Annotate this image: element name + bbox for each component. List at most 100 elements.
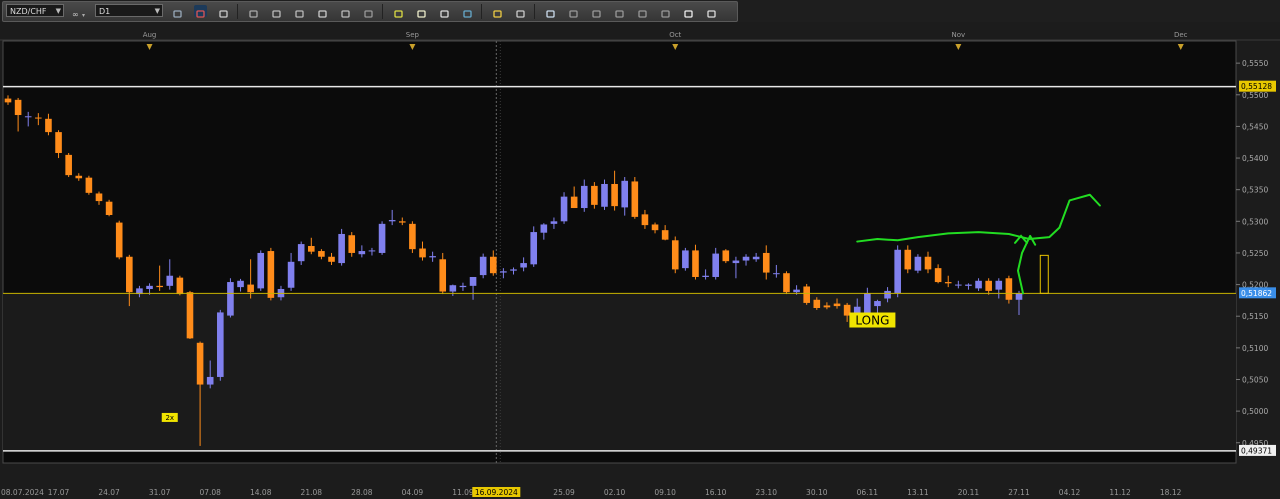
date-tick-label: 14.08 [250,488,272,497]
chevron-down-icon[interactable]: ▼ [155,5,160,18]
candle [722,249,730,264]
candle [601,179,608,210]
candle-body [823,305,831,308]
candle-body [874,301,881,307]
candle-body [722,250,730,262]
candle-body [227,282,234,316]
price-tick-label: 0,5150 [1242,312,1268,321]
pan-icon[interactable] [339,5,352,18]
candle-body [813,299,821,308]
candle [85,175,93,195]
candle-body [601,183,608,207]
candle [115,220,123,260]
pencil-icon[interactable] [491,5,504,18]
candle-body [4,98,12,103]
toolbar-panel: NZD/CHF ▼ ∞ ▾ D1 ▼ [2,1,738,22]
candle [671,236,679,274]
candle-body [449,285,457,292]
timeframe-select[interactable]: D1 ▼ [95,4,163,17]
price-level-label: 0,49371 [1241,446,1272,455]
candle-body [186,292,194,339]
indicator-icon[interactable] [247,5,260,18]
link-icon[interactable] [171,5,184,18]
price-tick-label: 0,5350 [1242,186,1268,195]
candle-body [570,196,578,209]
price-level-label: 0,51862 [1241,289,1272,298]
candle-body [318,251,325,257]
candle-body [156,285,163,288]
camera-icon[interactable] [438,5,451,18]
price-tick-label: 0,5450 [1242,122,1268,131]
candle-body [419,248,426,258]
price-chart[interactable]: Aug Sep Oct Nov Dec LONG 2x 0,5550 0,5500 0,545… [0,22,1280,499]
candle-body [924,256,932,270]
bar-style-icon[interactable] [217,5,230,18]
eraser-icon[interactable] [682,5,695,18]
candle-body [105,201,113,215]
template-icon[interactable] [544,5,557,18]
candle [914,254,922,274]
candle-body [1005,278,1013,300]
order-icon[interactable] [514,5,527,18]
month-label: Sep [406,31,420,39]
month-label: Nov [952,31,966,39]
candle-body [965,284,972,286]
candle-body [955,284,962,286]
fibonacci-icon[interactable] [613,5,626,18]
candle-body [176,277,184,295]
candle [176,275,184,296]
link-icon[interactable]: ∞ ▾ [69,5,91,19]
candle-body [611,183,618,207]
price-tick-label: 0,5550 [1242,59,1268,68]
candle-body [297,244,305,262]
candle-body [358,251,366,255]
note-icon[interactable] [415,5,428,18]
text-icon[interactable] [392,5,405,18]
chevron-down-icon[interactable]: ▼ [56,5,61,18]
date-tick-label: 04.12 [1059,488,1081,497]
candle-body [267,251,275,298]
channel-icon[interactable] [590,5,603,18]
zoom-in-icon[interactable] [270,5,283,18]
candle-body [24,116,32,118]
crosshair-date-label: 16.09.2024 [475,488,518,497]
candle-body [35,117,42,119]
date-tick-label: 13.11 [907,488,929,497]
chart-type-icon[interactable] [194,5,207,18]
candle-body [500,271,507,273]
candle-body [409,223,416,250]
candle-body [206,376,214,385]
line-tool-icon[interactable] [567,5,580,18]
shape-icon[interactable] [659,5,672,18]
candle-body [510,269,517,271]
candle-body [975,280,982,289]
candle-body [95,193,103,202]
candle-body [45,118,52,133]
candle-body [14,99,22,116]
globe-icon[interactable] [461,5,474,18]
more-icon[interactable] [705,5,718,18]
candle-body [146,285,153,290]
symbol-select[interactable]: NZD/CHF ▼ [6,4,64,17]
candle-body [783,273,790,293]
svg-text:∞: ∞ [72,10,79,19]
candle-body [833,303,841,307]
cursor-icon[interactable] [316,5,329,18]
zoom-out-icon[interactable] [293,5,306,18]
price-tick-label: 0,5250 [1242,249,1268,258]
date-tick-label: 11.12 [1109,488,1131,497]
crosshair-icon[interactable] [362,5,375,18]
candle-body [803,286,810,303]
date-tick-label: 31.07 [149,488,171,497]
candle [682,247,689,271]
candle-body [328,256,335,262]
price-tick-label: 0,5300 [1242,217,1268,226]
candle-body [479,256,487,276]
trend-icon[interactable] [636,5,649,18]
candle-body [378,223,386,253]
candle-body [793,289,800,293]
candle-body [661,230,669,240]
date-tick-label: 27.11 [1008,488,1030,497]
candle-body [459,285,467,288]
candle-body [671,240,679,270]
